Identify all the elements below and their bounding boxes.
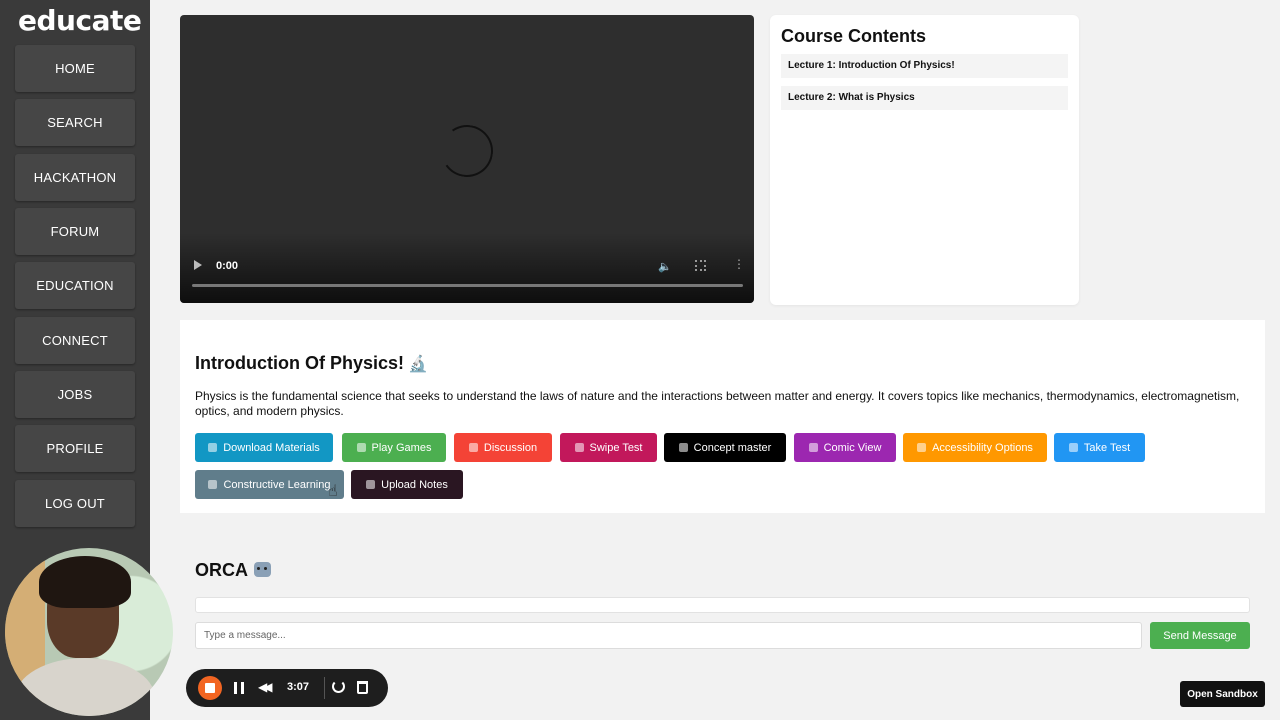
robot-icon <box>254 562 271 577</box>
chat-message-input[interactable] <box>195 622 1142 649</box>
sidebar-item-connect[interactable]: CONNECT <box>15 317 135 364</box>
rewind-icon[interactable]: ◀◀ <box>258 680 273 694</box>
video-current-time: 0:00 <box>216 260 239 272</box>
download-materials-label: Download Materials <box>223 441 320 454</box>
sidebar-item-home[interactable]: HOME <box>15 45 135 92</box>
video-progress-bar[interactable] <box>192 284 743 287</box>
accessibility-icon <box>917 443 927 452</box>
screen-recorder-bar: ◀◀ 3:07 <box>186 669 388 707</box>
pause-icon[interactable] <box>234 682 244 694</box>
lecture-item-1[interactable]: Lecture 1: Introduction Of Physics! <box>781 54 1068 78</box>
webcam-person-hair <box>39 556 131 608</box>
course-contents-title: Course Contents <box>781 26 927 46</box>
recorder-divider <box>324 677 325 699</box>
stop-recording-icon[interactable] <box>198 676 222 700</box>
sidebar-item-hackathon[interactable]: HACKATHON <box>15 154 135 201</box>
hand-cursor-icon: ☝ <box>328 483 338 500</box>
microscope-icon: 🔬 <box>408 356 428 373</box>
webcam-overlay <box>5 548 173 716</box>
orca-title-text: ORCA <box>195 560 248 580</box>
sidebar-item-profile[interactable]: PROFILE <box>15 425 135 472</box>
book-icon <box>366 480 376 489</box>
comic-icon <box>808 443 818 452</box>
sidebar-item-search[interactable]: SEARCH <box>15 99 135 146</box>
upload-notes-label: Upload Notes <box>381 478 448 491</box>
course-contents-panel: Course Contents Lecture 1: Introduction … <box>770 15 1079 305</box>
upload-notes-button[interactable]: Upload Notes <box>351 470 463 499</box>
swipe-test-label: Swipe Test <box>589 441 643 454</box>
trash-icon[interactable] <box>357 681 368 694</box>
concept-master-button[interactable]: Concept master <box>664 433 786 462</box>
sidebar-item-logout[interactable]: LOG OUT <box>15 480 135 527</box>
discussion-button[interactable]: Discussion <box>454 433 552 462</box>
recording-time: 3:07 <box>287 681 310 693</box>
orca-title: ORCA <box>195 560 271 581</box>
take-test-button[interactable]: Take Test <box>1054 433 1145 462</box>
loading-spinner-icon <box>436 120 498 182</box>
lesson-panel: Introduction Of Physics! 🔬 Physics is the… <box>180 320 1265 513</box>
sidebar-item-education[interactable]: EDUCATION <box>15 262 135 309</box>
comic-view-button[interactable]: Comic View <box>794 433 896 462</box>
lesson-description: Physics is the fundamental science that … <box>195 389 1240 418</box>
target-icon <box>208 480 218 489</box>
speech-bubble-icon <box>468 443 478 452</box>
constructive-learning-label: Constructive Learning <box>223 478 331 491</box>
open-sandbox-button[interactable]: Open Sandbox <box>1180 681 1265 707</box>
volume-icon[interactable]: 🔈 <box>658 260 672 273</box>
discussion-label: Discussion <box>483 441 538 454</box>
sidebar-item-forum[interactable]: FORUM <box>15 208 135 255</box>
restart-icon[interactable] <box>332 680 345 693</box>
play-games-label: Play Games <box>371 441 432 454</box>
play-games-button[interactable]: Play Games <box>342 433 446 462</box>
lesson-title: Introduction Of Physics! 🔬 <box>195 353 428 374</box>
app-logo[interactable]: educate <box>18 4 142 37</box>
gamepad-icon <box>356 443 366 452</box>
comic-view-label: Comic View <box>823 441 882 454</box>
more-options-icon[interactable]: ⋮ <box>733 258 745 270</box>
hand-icon <box>574 443 584 452</box>
accessibility-options-button[interactable]: Accessibility Options <box>903 433 1047 462</box>
chat-messages-area <box>195 597 1250 613</box>
download-materials-button[interactable]: Download Materials <box>195 433 333 462</box>
books-icon <box>678 443 688 452</box>
lesson-title-text: Introduction Of Physics! <box>195 353 405 373</box>
lecture-item-2[interactable]: Lecture 2: What is Physics <box>781 86 1068 110</box>
sidebar-item-jobs[interactable]: JOBS <box>15 371 135 418</box>
play-icon[interactable] <box>194 260 202 270</box>
books-icon <box>208 443 218 452</box>
swipe-test-button[interactable]: Swipe Test <box>560 433 657 462</box>
video-player[interactable]: 0:00 🔈 ⋮ <box>180 15 754 303</box>
take-test-label: Take Test <box>1083 441 1131 454</box>
accessibility-options-label: Accessibility Options <box>932 441 1033 454</box>
concept-master-label: Concept master <box>693 441 772 454</box>
memo-icon <box>1068 443 1078 452</box>
constructive-learning-button[interactable]: Constructive Learning <box>195 470 344 499</box>
fullscreen-icon[interactable] <box>695 260 706 271</box>
send-message-button[interactable]: Send Message <box>1150 622 1250 649</box>
